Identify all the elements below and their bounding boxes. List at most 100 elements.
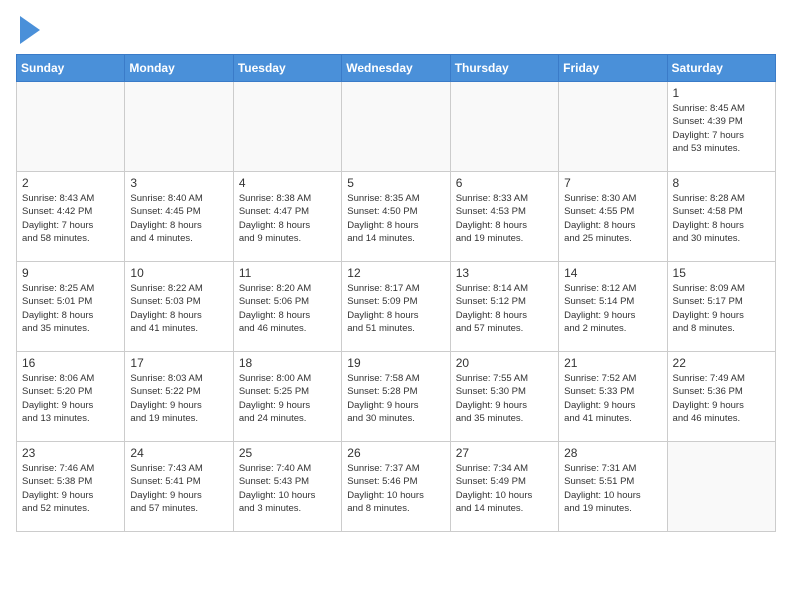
- weekday-header: Thursday: [450, 55, 558, 82]
- day-info: Sunrise: 8:09 AM Sunset: 5:17 PM Dayligh…: [673, 282, 770, 335]
- weekday-header: Wednesday: [342, 55, 450, 82]
- day-number: 23: [22, 446, 119, 460]
- calendar-cell: 4 Sunrise: 8:38 AM Sunset: 4:47 PM Daylig…: [233, 172, 341, 262]
- day-number: 1: [673, 86, 770, 100]
- calendar-cell: 6Sunrise: 8:33 AM Sunset: 4:53 PM Daylig…: [450, 172, 558, 262]
- day-number: 14: [564, 266, 661, 280]
- calendar-header-row: SundayMondayTuesdayWednesdayThursdayFrid…: [17, 55, 776, 82]
- calendar-cell: 19 Sunrise: 7:58 AM Sunset: 5:28 PM Dayli…: [342, 352, 450, 442]
- weekday-header: Saturday: [667, 55, 775, 82]
- calendar-cell: [342, 82, 450, 172]
- day-number: 8: [673, 176, 770, 190]
- day-info: Sunrise: 7:34 AM Sunset: 5:49 PM Dayligh…: [456, 462, 553, 515]
- day-info: Sunrise: 8:22 AM Sunset: 5:03 PM Dayligh…: [130, 282, 227, 335]
- day-number: 15: [673, 266, 770, 280]
- day-info: Sunrise: 7:55 AM Sunset: 5:30 PM Dayligh…: [456, 372, 553, 425]
- calendar-week-row: 23 Sunrise: 7:46 AM Sunset: 5:38 PM Dayli…: [17, 442, 776, 532]
- calendar-cell: 13 Sunrise: 8:14 AM Sunset: 5:12 PM Dayli…: [450, 262, 558, 352]
- weekday-header: Tuesday: [233, 55, 341, 82]
- calendar-cell: 18 Sunrise: 8:00 AM Sunset: 5:25 PM Dayli…: [233, 352, 341, 442]
- day-info: Sunrise: 8:17 AM Sunset: 5:09 PM Dayligh…: [347, 282, 444, 335]
- calendar-week-row: 1 Sunrise: 8:45 AM Sunset: 4:39 PM Daylig…: [17, 82, 776, 172]
- calendar-week-row: 2 Sunrise: 8:43 AM Sunset: 4:42 PM Daylig…: [17, 172, 776, 262]
- calendar-cell: 23 Sunrise: 7:46 AM Sunset: 5:38 PM Dayli…: [17, 442, 125, 532]
- calendar-cell: 7Sunrise: 8:30 AM Sunset: 4:55 PM Daylig…: [559, 172, 667, 262]
- calendar-cell: [17, 82, 125, 172]
- day-info: Sunrise: 7:40 AM Sunset: 5:43 PM Dayligh…: [239, 462, 336, 515]
- calendar-cell: 21 Sunrise: 7:52 AM Sunset: 5:33 PM Dayli…: [559, 352, 667, 442]
- day-info: Sunrise: 8:12 AM Sunset: 5:14 PM Dayligh…: [564, 282, 661, 335]
- day-number: 26: [347, 446, 444, 460]
- calendar-cell: 14 Sunrise: 8:12 AM Sunset: 5:14 PM Dayli…: [559, 262, 667, 352]
- calendar-cell: 27Sunrise: 7:34 AM Sunset: 5:49 PM Dayli…: [450, 442, 558, 532]
- logo: [16, 16, 40, 44]
- day-number: 21: [564, 356, 661, 370]
- day-info: Sunrise: 7:58 AM Sunset: 5:28 PM Dayligh…: [347, 372, 444, 425]
- day-number: 9: [22, 266, 119, 280]
- day-info: Sunrise: 7:37 AM Sunset: 5:46 PM Dayligh…: [347, 462, 444, 515]
- calendar-cell: 8 Sunrise: 8:28 AM Sunset: 4:58 PM Daylig…: [667, 172, 775, 262]
- day-number: 22: [673, 356, 770, 370]
- day-info: Sunrise: 7:43 AM Sunset: 5:41 PM Dayligh…: [130, 462, 227, 515]
- day-info: Sunrise: 8:06 AM Sunset: 5:20 PM Dayligh…: [22, 372, 119, 425]
- calendar-cell: 11 Sunrise: 8:20 AM Sunset: 5:06 PM Dayli…: [233, 262, 341, 352]
- calendar-cell: 20Sunrise: 7:55 AM Sunset: 5:30 PM Dayli…: [450, 352, 558, 442]
- calendar-cell: 3 Sunrise: 8:40 AM Sunset: 4:45 PM Daylig…: [125, 172, 233, 262]
- calendar-cell: 5 Sunrise: 8:35 AM Sunset: 4:50 PM Daylig…: [342, 172, 450, 262]
- calendar-cell: 28 Sunrise: 7:31 AM Sunset: 5:51 PM Dayli…: [559, 442, 667, 532]
- calendar-cell: 24 Sunrise: 7:43 AM Sunset: 5:41 PM Dayli…: [125, 442, 233, 532]
- calendar-cell: 12 Sunrise: 8:17 AM Sunset: 5:09 PM Dayli…: [342, 262, 450, 352]
- day-number: 3: [130, 176, 227, 190]
- day-number: 17: [130, 356, 227, 370]
- day-info: Sunrise: 8:03 AM Sunset: 5:22 PM Dayligh…: [130, 372, 227, 425]
- day-info: Sunrise: 8:28 AM Sunset: 4:58 PM Dayligh…: [673, 192, 770, 245]
- day-info: Sunrise: 8:20 AM Sunset: 5:06 PM Dayligh…: [239, 282, 336, 335]
- calendar-cell: 26 Sunrise: 7:37 AM Sunset: 5:46 PM Dayli…: [342, 442, 450, 532]
- day-info: Sunrise: 8:33 AM Sunset: 4:53 PM Dayligh…: [456, 192, 553, 245]
- calendar-cell: 9 Sunrise: 8:25 AM Sunset: 5:01 PM Daylig…: [17, 262, 125, 352]
- calendar-cell: 2 Sunrise: 8:43 AM Sunset: 4:42 PM Daylig…: [17, 172, 125, 262]
- day-number: 12: [347, 266, 444, 280]
- day-number: 4: [239, 176, 336, 190]
- weekday-header: Friday: [559, 55, 667, 82]
- day-number: 10: [130, 266, 227, 280]
- calendar-cell: [233, 82, 341, 172]
- day-info: Sunrise: 7:49 AM Sunset: 5:36 PM Dayligh…: [673, 372, 770, 425]
- day-number: 11: [239, 266, 336, 280]
- calendar-cell: 15 Sunrise: 8:09 AM Sunset: 5:17 PM Dayli…: [667, 262, 775, 352]
- day-number: 28: [564, 446, 661, 460]
- calendar-cell: 16Sunrise: 8:06 AM Sunset: 5:20 PM Dayli…: [17, 352, 125, 442]
- calendar-cell: [559, 82, 667, 172]
- calendar-cell: [125, 82, 233, 172]
- day-number: 13: [456, 266, 553, 280]
- day-number: 18: [239, 356, 336, 370]
- day-number: 5: [347, 176, 444, 190]
- logo-icon: [20, 16, 40, 44]
- calendar-cell: 25 Sunrise: 7:40 AM Sunset: 5:43 PM Dayli…: [233, 442, 341, 532]
- calendar-cell: 17 Sunrise: 8:03 AM Sunset: 5:22 PM Dayli…: [125, 352, 233, 442]
- day-info: Sunrise: 7:31 AM Sunset: 5:51 PM Dayligh…: [564, 462, 661, 515]
- day-info: Sunrise: 8:40 AM Sunset: 4:45 PM Dayligh…: [130, 192, 227, 245]
- day-number: 19: [347, 356, 444, 370]
- calendar-week-row: 9 Sunrise: 8:25 AM Sunset: 5:01 PM Daylig…: [17, 262, 776, 352]
- day-info: Sunrise: 8:45 AM Sunset: 4:39 PM Dayligh…: [673, 102, 770, 155]
- header: [16, 16, 776, 44]
- day-number: 2: [22, 176, 119, 190]
- day-info: Sunrise: 8:35 AM Sunset: 4:50 PM Dayligh…: [347, 192, 444, 245]
- calendar-cell: 1 Sunrise: 8:45 AM Sunset: 4:39 PM Daylig…: [667, 82, 775, 172]
- day-number: 24: [130, 446, 227, 460]
- day-info: Sunrise: 8:38 AM Sunset: 4:47 PM Dayligh…: [239, 192, 336, 245]
- weekday-header: Monday: [125, 55, 233, 82]
- calendar-table: SundayMondayTuesdayWednesdayThursdayFrid…: [16, 54, 776, 532]
- calendar-cell: [450, 82, 558, 172]
- day-number: 25: [239, 446, 336, 460]
- day-info: Sunrise: 8:43 AM Sunset: 4:42 PM Dayligh…: [22, 192, 119, 245]
- weekday-header: Sunday: [17, 55, 125, 82]
- day-info: Sunrise: 8:25 AM Sunset: 5:01 PM Dayligh…: [22, 282, 119, 335]
- day-info: Sunrise: 8:14 AM Sunset: 5:12 PM Dayligh…: [456, 282, 553, 335]
- calendar-cell: 22 Sunrise: 7:49 AM Sunset: 5:36 PM Dayli…: [667, 352, 775, 442]
- day-info: Sunrise: 7:52 AM Sunset: 5:33 PM Dayligh…: [564, 372, 661, 425]
- day-info: Sunrise: 8:00 AM Sunset: 5:25 PM Dayligh…: [239, 372, 336, 425]
- day-info: Sunrise: 7:46 AM Sunset: 5:38 PM Dayligh…: [22, 462, 119, 515]
- day-info: Sunrise: 8:30 AM Sunset: 4:55 PM Dayligh…: [564, 192, 661, 245]
